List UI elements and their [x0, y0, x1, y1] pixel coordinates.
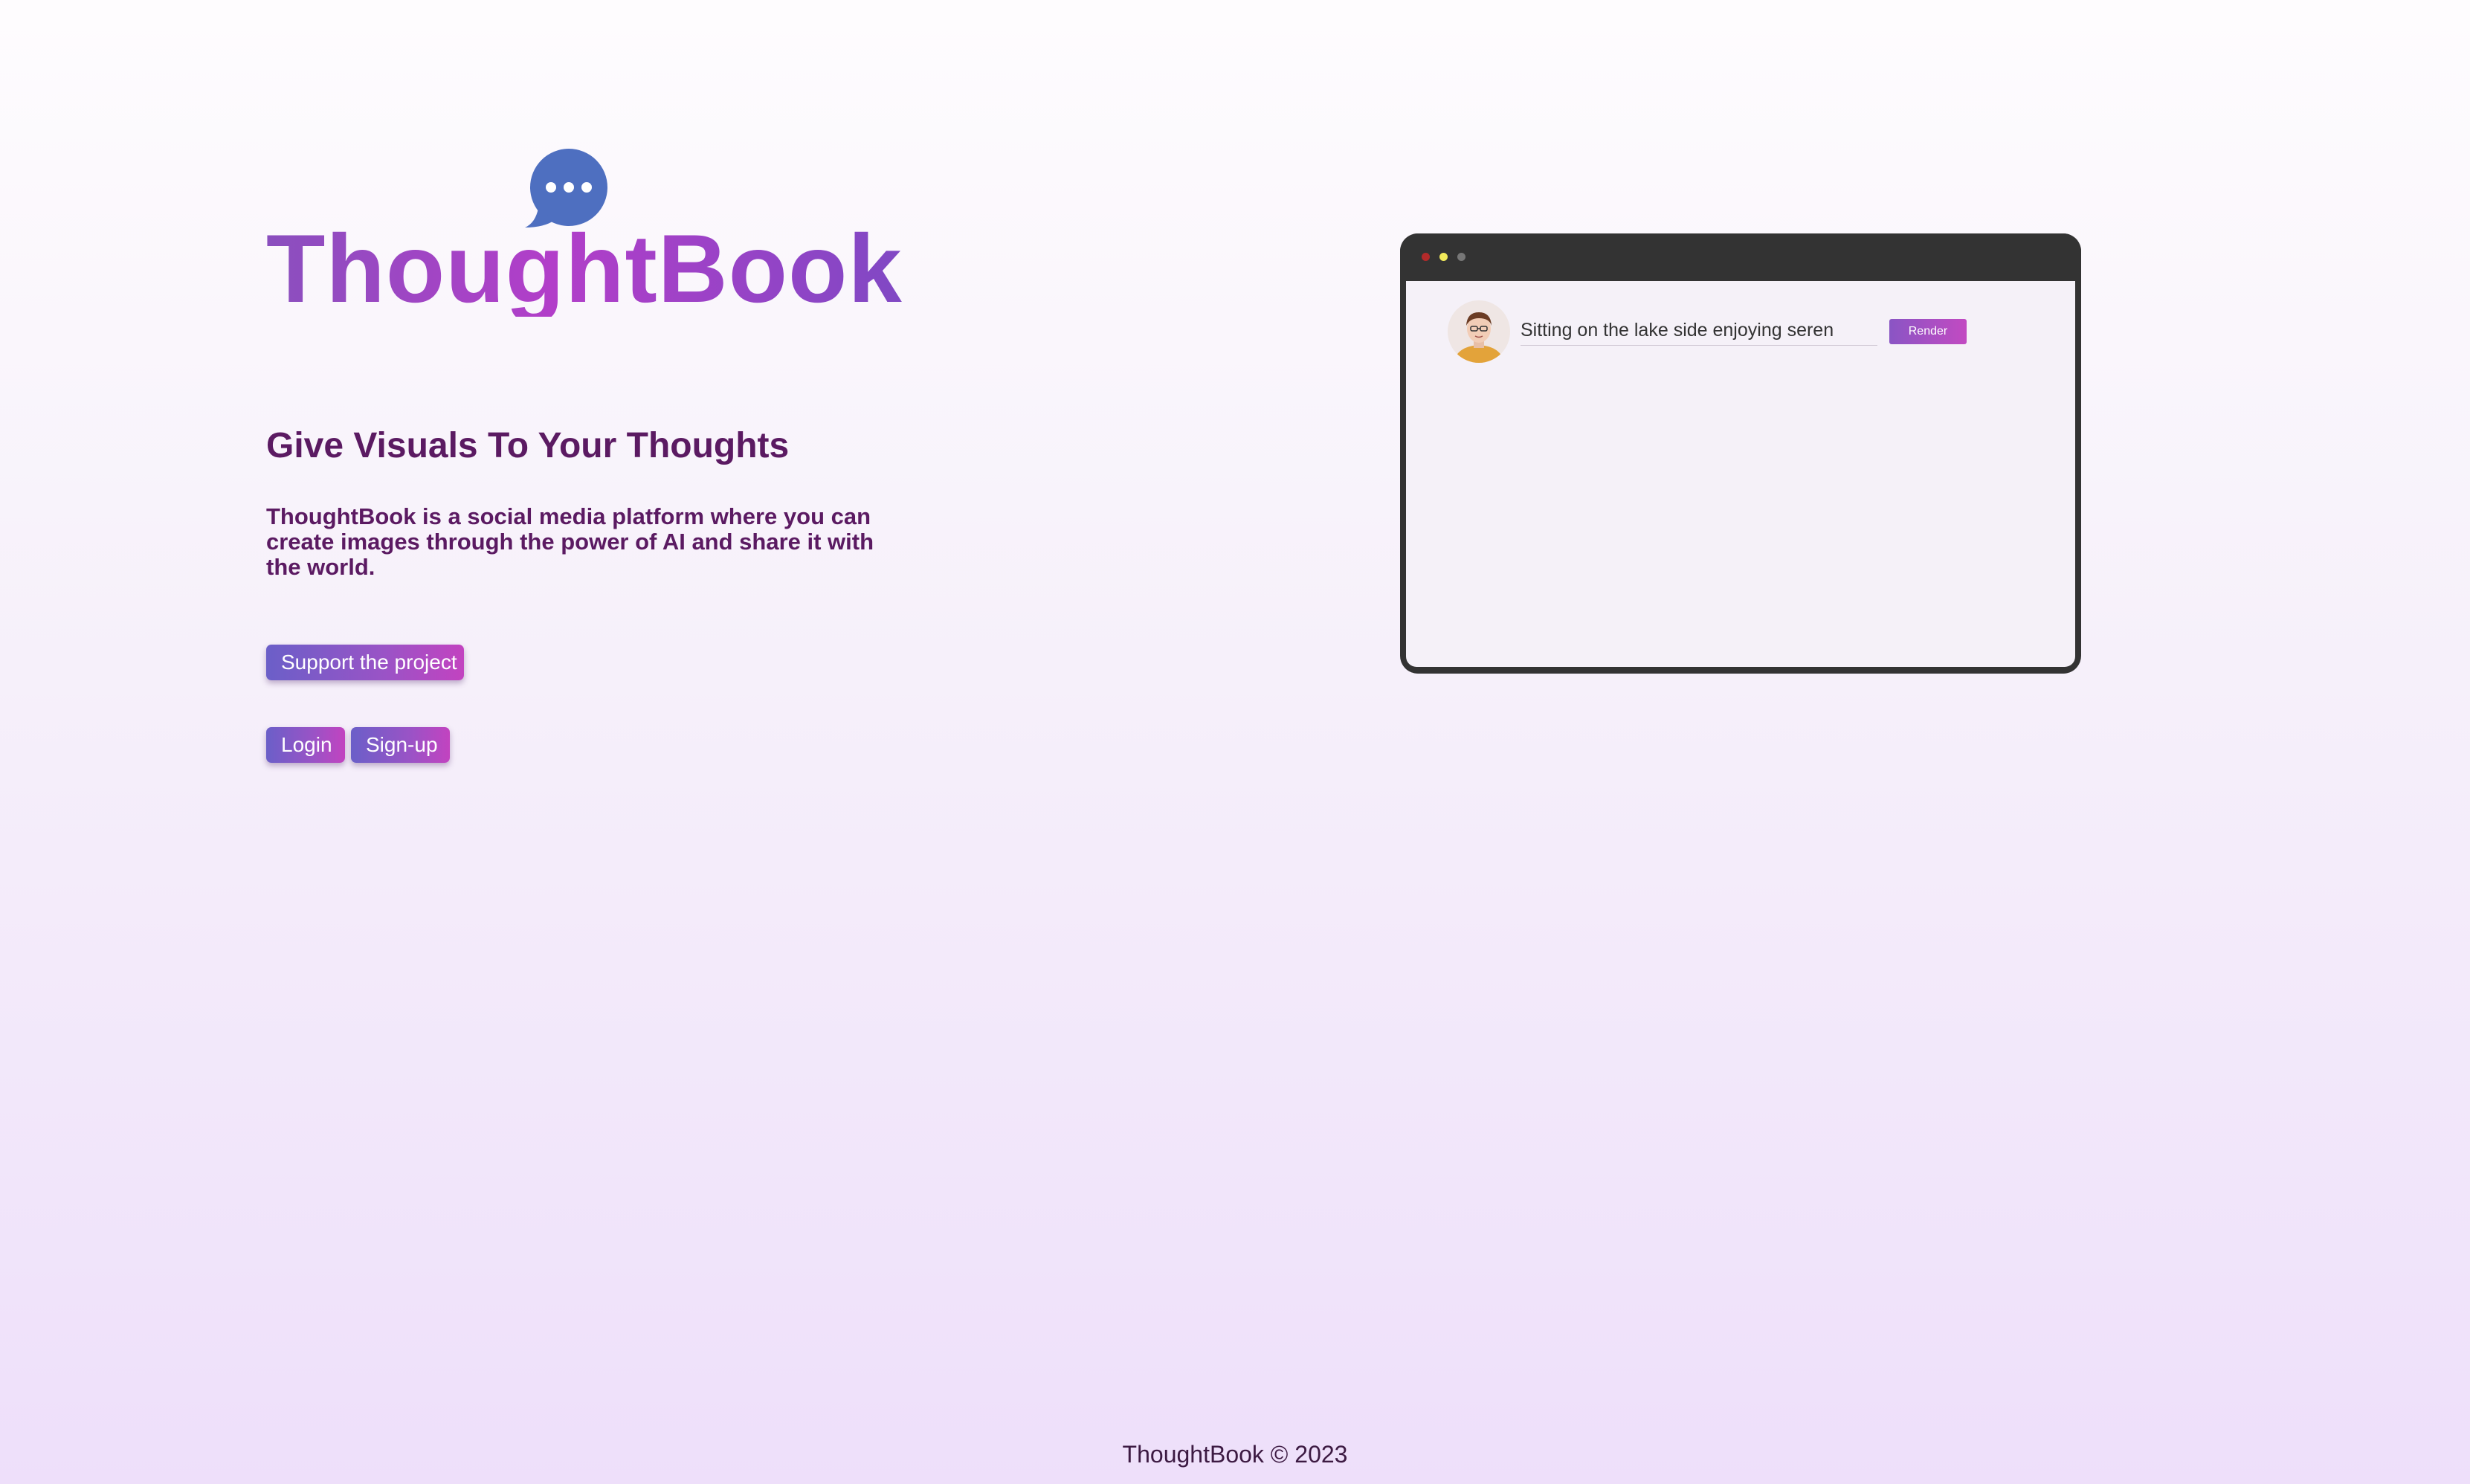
login-button[interactable]: Login [266, 727, 345, 763]
maximize-dot-icon [1457, 253, 1465, 261]
brand-title: ThoughtBook [266, 214, 903, 323]
avatar [1448, 300, 1510, 363]
support-project-button[interactable]: Support the project [266, 645, 464, 680]
hero-tagline: Give Visuals To Your Thoughts [266, 426, 790, 465]
render-button[interactable]: Render [1889, 319, 1967, 344]
footer-copyright: ThoughtBook © 2023 [1122, 1441, 1348, 1468]
hero-description: ThoughtBook is a social media platform w… [266, 503, 874, 580]
minimize-dot-icon [1439, 253, 1448, 261]
prompt-input[interactable]: Sitting on the lake side enjoying seren [1521, 315, 1877, 346]
window-title-bar [1400, 233, 2081, 281]
close-dot-icon [1422, 253, 1430, 261]
preview-content: Sitting on the lake side enjoying seren … [1406, 281, 2075, 667]
signup-button[interactable]: Sign-up [351, 727, 450, 763]
logo: ThoughtBook [266, 149, 902, 335]
app-preview-window: Sitting on the lake side enjoying seren … [1400, 233, 2081, 674]
